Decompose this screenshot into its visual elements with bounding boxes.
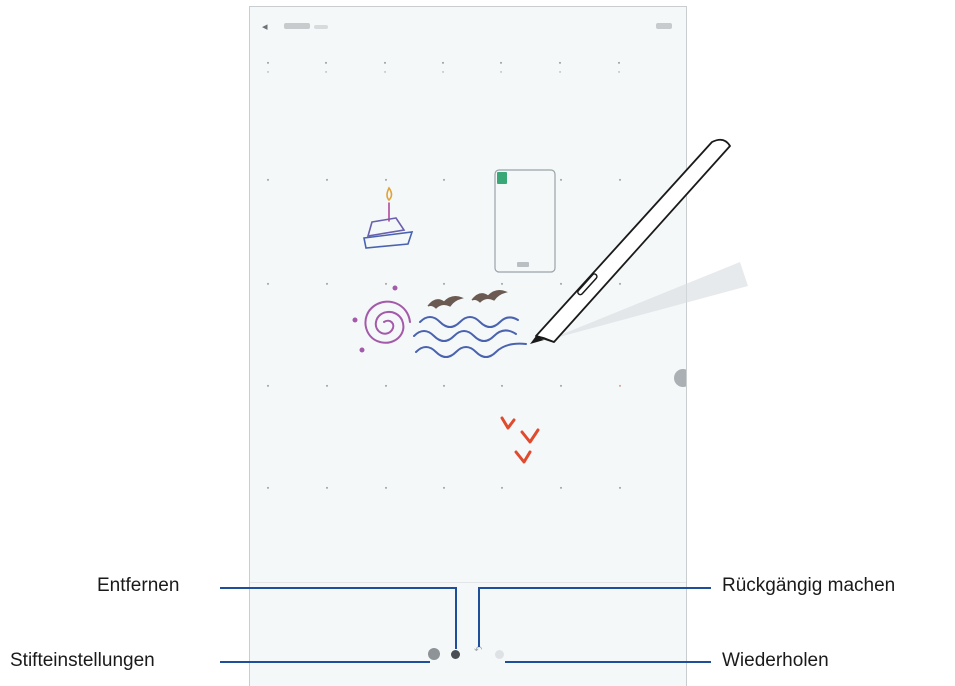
birds-sketch xyxy=(427,290,508,309)
callout-line-redo xyxy=(505,661,711,663)
hearts-sketch xyxy=(500,416,540,464)
pen-settings-icon[interactable] xyxy=(428,648,440,660)
callout-line-erase-vertical xyxy=(455,587,457,649)
callout-undo: Rückgängig machen xyxy=(722,575,896,596)
spiral-sketch xyxy=(352,285,411,353)
callout-line-undo xyxy=(478,587,711,589)
callout-erase: Entfernen xyxy=(97,575,180,596)
callout-pen-settings: Stifteinstellungen xyxy=(10,650,155,671)
callout-redo: Wiederholen xyxy=(722,650,829,671)
waves-sketch xyxy=(413,316,527,358)
sticky-note[interactable] xyxy=(494,169,556,273)
callout-line-undo-vertical xyxy=(478,587,480,647)
eraser-icon[interactable] xyxy=(451,650,460,659)
cake-sketch xyxy=(363,186,414,249)
redo-icon[interactable] xyxy=(495,650,504,659)
callout-line-erase xyxy=(220,587,456,589)
undo-icon[interactable]: ↶ xyxy=(474,645,486,657)
callout-line-pen-settings xyxy=(220,661,430,663)
